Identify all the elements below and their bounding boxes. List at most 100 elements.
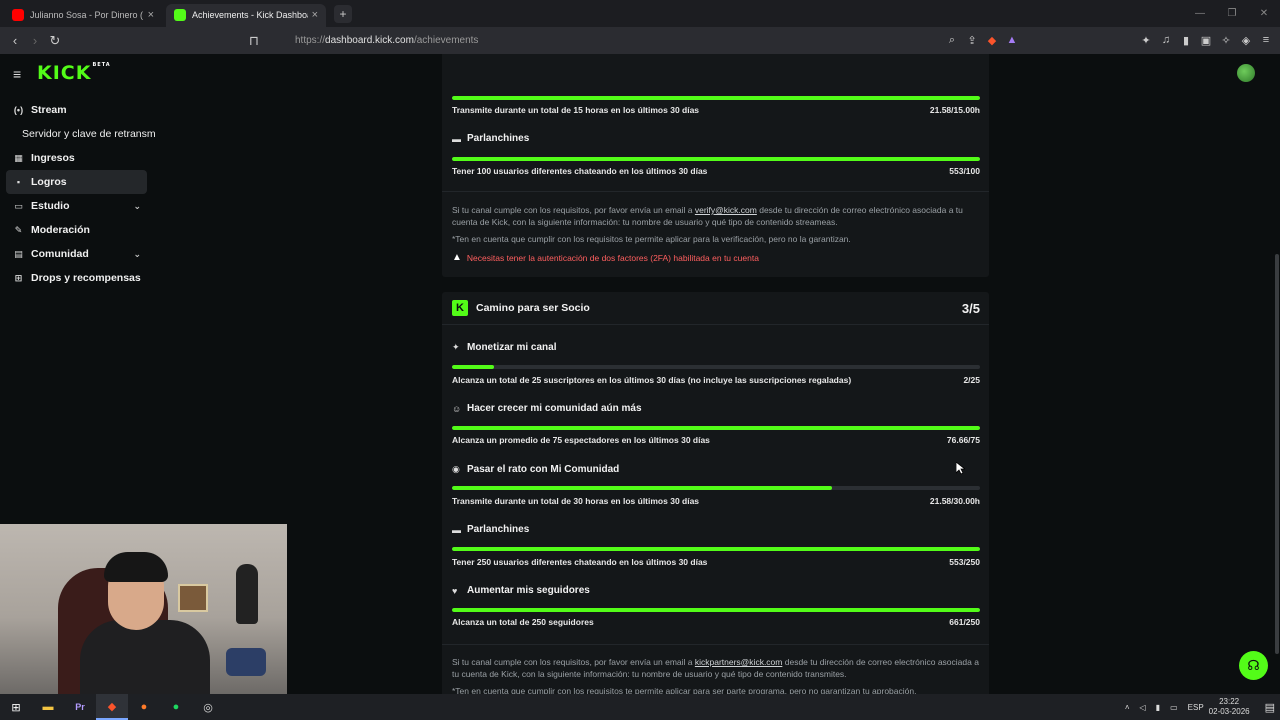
- partner-card: K Camino para ser Socio 3/5 ✦ Monetizar m…: [442, 292, 989, 694]
- sidebar-icon[interactable]: ▮: [1178, 31, 1194, 49]
- verification-note: Si tu canal cumple con los requisitos, p…: [452, 204, 982, 228]
- sidebar-item-moderacion[interactable]: ✎ Moderación: [6, 218, 147, 242]
- windows-icon[interactable]: ⊞: [0, 694, 32, 720]
- note-text: Si tu canal cumple con los requisitos, p…: [452, 657, 695, 667]
- media-icon[interactable]: ♫: [1158, 31, 1174, 49]
- verification-disclaimer: *Ten en cuenta que cumplir con los requi…: [452, 234, 851, 244]
- requirement-value: 2/25: [963, 375, 980, 385]
- forward-icon[interactable]: ›: [25, 31, 45, 51]
- divider: [442, 191, 989, 192]
- menu-icon[interactable]: ≡: [1258, 31, 1274, 49]
- clock-date: 02-03-2026: [1208, 707, 1250, 716]
- kick-icon: K: [452, 300, 468, 316]
- sidebar: (•) Stream Servidor y clave de retransm ▦…: [6, 98, 156, 290]
- sidebar-item-stream[interactable]: (•) Stream: [6, 98, 147, 122]
- requirement-text: Tener 250 usuarios diferentes chateando …: [452, 557, 708, 567]
- sidebar-item-logros[interactable]: ▪ Logros: [6, 170, 147, 194]
- requirement-value: 21.58/30.00h: [929, 496, 980, 506]
- toolbar-spacer: [1024, 31, 1134, 49]
- partner-title: Camino para ser Socio: [476, 302, 590, 314]
- requirement-row: Alcanza un promedio de 75 espectadores e…: [452, 435, 980, 445]
- notifications-icon[interactable]: ▤: [1265, 701, 1275, 714]
- achievement-title-text: Pasar el rato con Mi Comunidad: [467, 464, 620, 475]
- requirement-text: Alcanza un promedio de 75 espectadores e…: [452, 435, 710, 445]
- sidebar-item-comunidad[interactable]: ▤ Comunidad ⌄: [6, 242, 147, 266]
- sidebar-item-ingresos[interactable]: ▦ Ingresos: [6, 146, 147, 170]
- progress-fill: [452, 547, 980, 551]
- brave-rewards-icon[interactable]: ▲: [1004, 31, 1020, 49]
- tab-label: Achievements - Kick Dashboard: [192, 10, 308, 20]
- wallet-icon[interactable]: ▣: [1198, 31, 1214, 49]
- maximize-button[interactable]: ❐: [1216, 0, 1248, 27]
- bookmark-icon[interactable]: ⊓: [244, 31, 264, 51]
- requirement-value: 553/100: [949, 166, 980, 176]
- browser-tab-kick[interactable]: Achievements - Kick Dashboard ×: [166, 3, 326, 27]
- progress-fill: [452, 486, 833, 490]
- requirement-value: 21.58/15.00h: [929, 105, 980, 115]
- progress-bar: [452, 486, 980, 490]
- achievement-title-text: Parlanchines: [467, 133, 530, 144]
- zoom-icon[interactable]: ⌕: [944, 31, 960, 49]
- achievement-title-text: Parlanchines: [467, 524, 530, 535]
- browser-tab-bar: Julianno Sosa - Por Dinero ( Offic × Ach…: [0, 0, 1280, 27]
- page-scrollbar[interactable]: [1275, 254, 1279, 654]
- progress-bar: [452, 157, 980, 161]
- close-icon[interactable]: ×: [148, 9, 154, 21]
- battery-icon[interactable]: ▭: [1170, 703, 1178, 712]
- share-icon[interactable]: ⇪: [964, 31, 980, 49]
- speaker-icon[interactable]: ◁: [1140, 703, 1146, 712]
- sidebar-item-estudio[interactable]: ▭ Estudio ⌄: [6, 194, 147, 218]
- requirement-row: Transmite durante un total de 15 horas e…: [452, 105, 980, 115]
- progress-fill: [452, 365, 495, 369]
- window-controls: — ❐ ✕: [1184, 0, 1280, 27]
- note-text: Si tu canal cumple con los requisitos, p…: [452, 205, 695, 215]
- address-bar[interactable]: https://dashboard.kick.com/achievements: [295, 30, 1035, 50]
- requirement-row: Tener 100 usuarios diferentes chateando …: [452, 166, 980, 176]
- spotify-icon[interactable]: ●: [160, 694, 192, 720]
- youtube-icon: [12, 9, 24, 21]
- obs-icon[interactable]: ◎: [192, 694, 224, 720]
- verify-email-link[interactable]: verify@kick.com: [695, 205, 757, 215]
- close-window-button[interactable]: ✕: [1248, 0, 1280, 27]
- sidebar-item-stream-key[interactable]: Servidor y clave de retransm: [6, 122, 156, 146]
- sidebar-item-label: Estudio: [31, 200, 70, 212]
- brave-icon[interactable]: ◆: [96, 694, 128, 720]
- clock[interactable]: 23:22 02-03-2026: [1209, 697, 1250, 717]
- new-tab-button[interactable]: +: [334, 4, 352, 23]
- explorer-icon[interactable]: ▬: [32, 694, 64, 720]
- extensions-icon[interactable]: ✦: [1138, 31, 1154, 49]
- progress-bar: [452, 365, 980, 369]
- sidebar-item-drops[interactable]: ⊞ Drops y recompensas: [6, 266, 147, 290]
- sidebar-item-label: Drops y recompensas: [31, 272, 141, 284]
- premiere-icon[interactable]: Pr: [64, 694, 96, 720]
- webcam-microphone: [226, 648, 266, 676]
- chevron-down-icon: ⌄: [133, 248, 141, 259]
- leo-icon[interactable]: ✧: [1218, 31, 1234, 49]
- progress-bar: [452, 547, 980, 551]
- progress-bar: [452, 426, 980, 430]
- minimize-button[interactable]: —: [1184, 0, 1216, 27]
- back-icon[interactable]: ‹: [5, 31, 25, 51]
- achievement-title: ✦ Monetizar mi canal: [452, 342, 556, 353]
- webcam-picture-frame: [178, 584, 208, 612]
- avatar[interactable]: [1237, 64, 1255, 82]
- browser-tab-youtube[interactable]: Julianno Sosa - Por Dinero ( Offic ×: [4, 4, 162, 27]
- microphone-icon[interactable]: ▮: [1156, 703, 1160, 712]
- hamburger-menu-icon[interactable]: ≡: [13, 66, 21, 82]
- close-icon[interactable]: ×: [312, 9, 318, 21]
- firefox-icon[interactable]: ●: [128, 694, 160, 720]
- vpn-icon[interactable]: ◈: [1238, 31, 1254, 49]
- brave-shield-icon[interactable]: ◆: [984, 31, 1000, 49]
- language-indicator[interactable]: ESP: [1188, 703, 1204, 712]
- wrench-icon: ✎: [14, 224, 23, 235]
- kick-logo[interactable]: KICKBETA: [37, 62, 111, 84]
- partner-email-link[interactable]: kickpartners@kick.com: [695, 657, 783, 667]
- requirement-text: Transmite durante un total de 15 horas e…: [452, 105, 700, 115]
- sparkle-icon: ✦: [452, 342, 460, 352]
- money-icon: ▦: [14, 152, 23, 163]
- chevron-up-icon[interactable]: ˄: [1125, 703, 1130, 712]
- help-chat-button[interactable]: ☊: [1239, 651, 1268, 680]
- sidebar-item-label: Moderación: [31, 224, 90, 236]
- achievement-title-text: Hacer crecer mi comunidad aún más: [467, 403, 642, 414]
- reload-icon[interactable]: ↻: [45, 31, 65, 51]
